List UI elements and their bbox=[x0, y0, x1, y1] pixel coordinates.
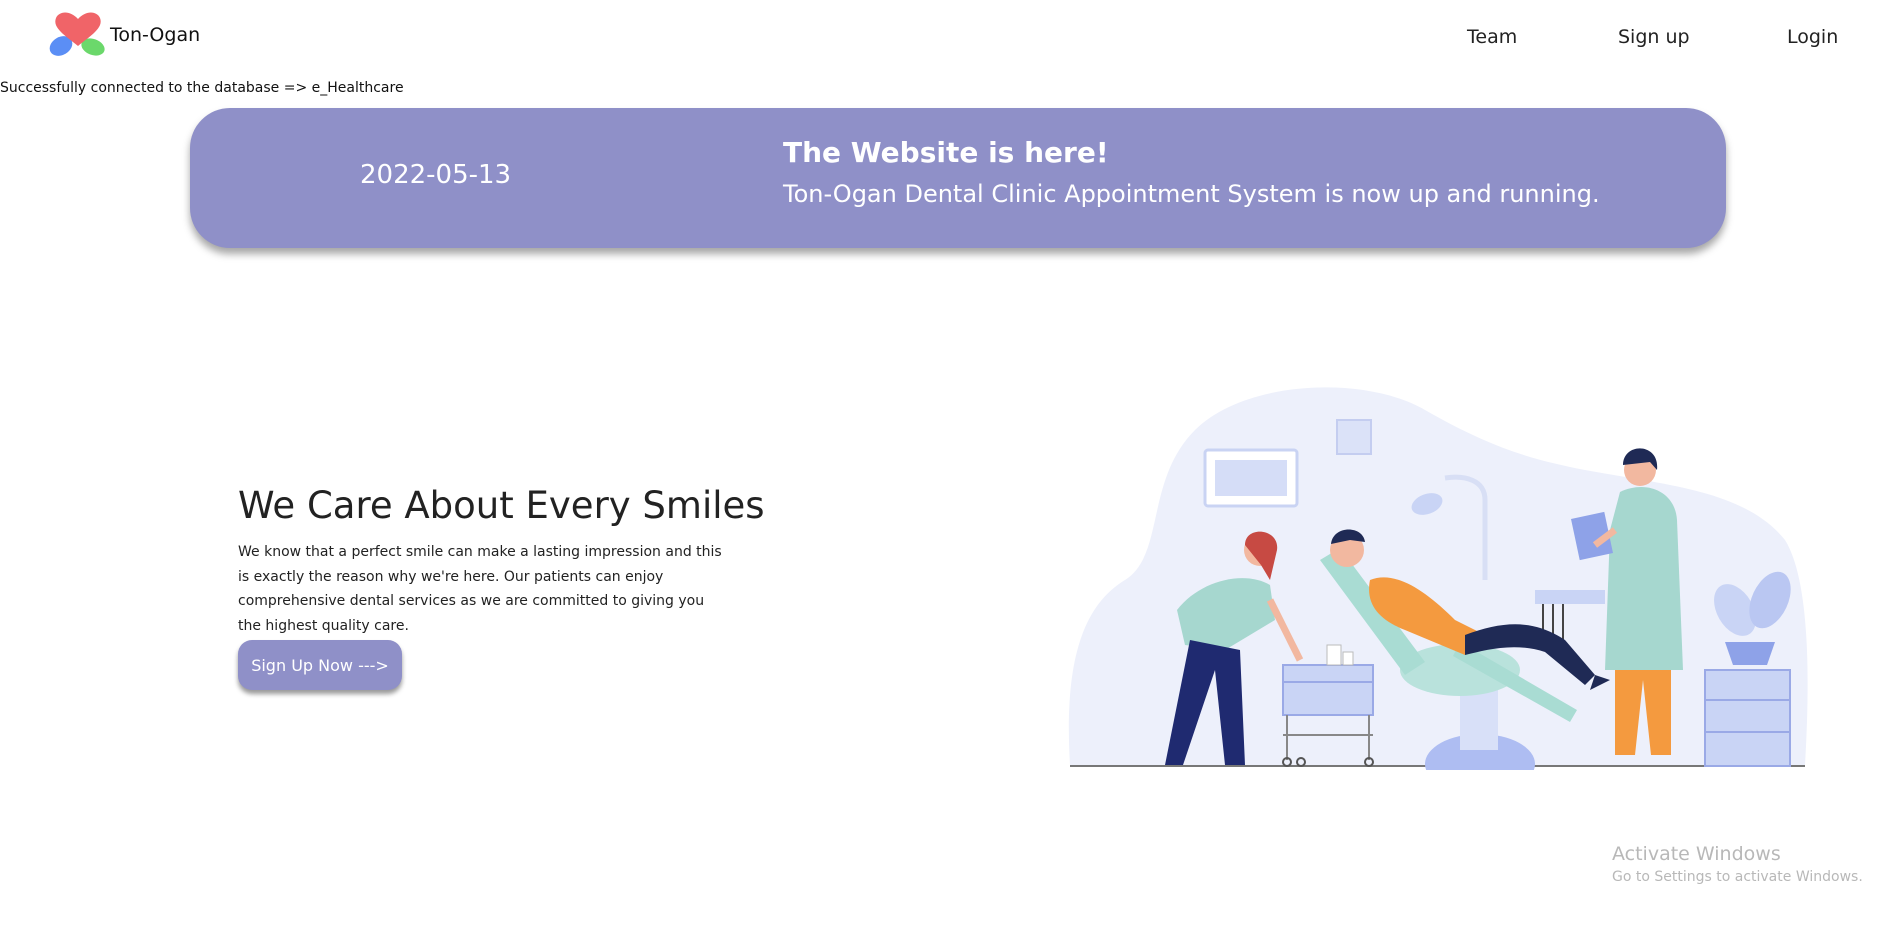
dental-clinic-illustration bbox=[1068, 387, 1808, 770]
brand-name[interactable]: Ton-Ogan bbox=[110, 24, 200, 46]
medical-cart bbox=[1282, 664, 1374, 716]
announcement-text: Ton-Ogan Dental Clinic Appointment Syste… bbox=[783, 180, 1600, 208]
database-status-message: Successfully connected to the database =… bbox=[0, 80, 404, 96]
announcement-banner: 2022-05-13 The Website is here! Ton-Ogan… bbox=[190, 108, 1726, 248]
announcement-date: 2022-05-13 bbox=[360, 160, 512, 190]
watermark-title: Activate Windows bbox=[1612, 843, 1781, 865]
nav-link-team[interactable]: Team bbox=[1467, 26, 1517, 48]
watermark-subtitle: Go to Settings to activate Windows. bbox=[1612, 869, 1863, 885]
sign-up-now-button[interactable]: Sign Up Now ---> bbox=[238, 640, 402, 690]
wall-tile bbox=[1336, 419, 1372, 455]
top-navigation: Ton-Ogan Team Sign up Login bbox=[0, 0, 1899, 76]
nav-link-login[interactable]: Login bbox=[1787, 26, 1838, 48]
instrument-tray bbox=[1535, 590, 1605, 604]
plant-pot bbox=[1725, 642, 1775, 665]
hero-heading: We Care About Every Smiles bbox=[238, 484, 765, 527]
side-cabinet bbox=[1704, 669, 1791, 767]
heart-logo-icon[interactable] bbox=[48, 10, 108, 56]
doctor-coat bbox=[1605, 487, 1683, 670]
activate-windows-watermark: Activate Windows Go to Settings to activ… bbox=[1612, 843, 1863, 885]
announcement-title: The Website is here! bbox=[783, 136, 1109, 169]
nav-link-sign-up[interactable]: Sign up bbox=[1618, 26, 1690, 48]
hero-description: We know that a perfect smile can make a … bbox=[238, 544, 722, 634]
